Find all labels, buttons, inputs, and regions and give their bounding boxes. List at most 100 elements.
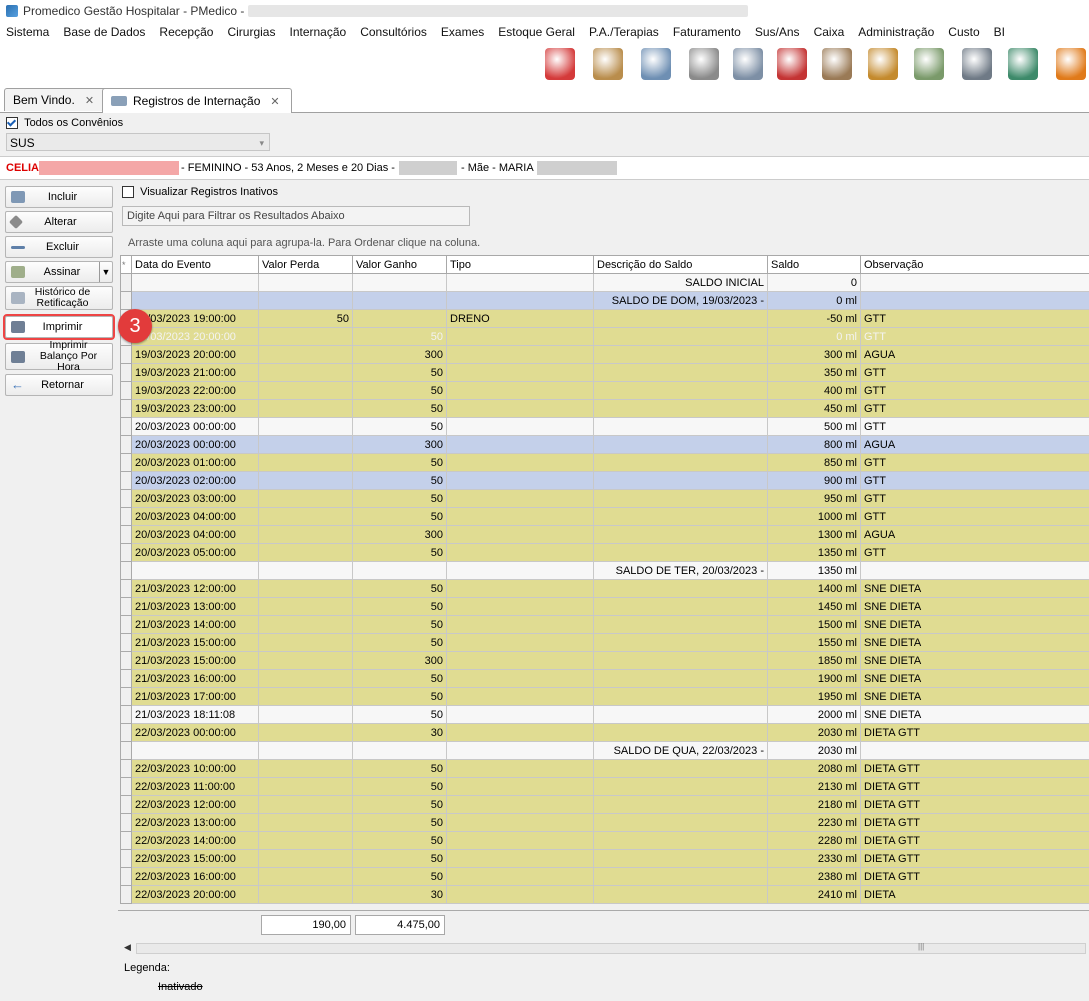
table-row[interactable]: 22/03/2023 13:00:00 50 2230 ml DIETA GTT xyxy=(120,813,1089,832)
table-row[interactable]: 21/03/2023 15:00:00 50 1550 ml SNE DIETA xyxy=(120,633,1089,652)
printer-icon xyxy=(11,321,25,333)
imprimir-button[interactable]: Imprimir xyxy=(3,314,115,340)
menu-item[interactable]: Base de Dados xyxy=(63,25,145,39)
historico-retificacao-button[interactable]: Histórico de Retificação xyxy=(5,286,113,310)
menu-item[interactable]: Sus/Ans xyxy=(755,25,800,39)
table-row[interactable]: 22/03/2023 11:00:00 50 2130 ml DIETA GTT xyxy=(120,777,1089,796)
column-header[interactable]: Tipo xyxy=(446,255,594,274)
row-indicator xyxy=(120,597,132,616)
close-icon[interactable]: ✕ xyxy=(270,95,279,108)
show-inactive-checkbox[interactable] xyxy=(122,186,134,199)
excluir-button[interactable]: Excluir xyxy=(5,236,113,258)
table-row[interactable]: 19/03/2023 20:00:00 50 0 ml GTT xyxy=(120,327,1089,346)
close-icon[interactable]: ✕ xyxy=(85,94,94,107)
table-row[interactable]: 20/03/2023 04:00:00 50 1000 ml GTT xyxy=(120,507,1089,526)
table-row[interactable]: 19/03/2023 21:00:00 50 350 ml GTT xyxy=(120,363,1089,382)
table-row[interactable]: SALDO DE DOM, 19/03/2023 -0 ml xyxy=(120,291,1089,310)
row-indicator xyxy=(120,651,132,670)
phone-icon[interactable] xyxy=(1056,48,1086,80)
patients-icon[interactable] xyxy=(593,48,623,80)
document-sign-icon[interactable] xyxy=(689,48,719,80)
menu-item[interactable]: Sistema xyxy=(6,25,49,39)
table-row[interactable]: SALDO INICIAL 0 xyxy=(120,273,1089,292)
menu-item[interactable]: P.A./Terapias xyxy=(589,25,659,39)
table-cell: 300 xyxy=(352,345,447,364)
table-row[interactable]: 22/03/2023 20:00:00 30 2410 ml DIETA xyxy=(120,885,1089,904)
menu-item[interactable]: Internação xyxy=(289,25,346,39)
pharmacy-truck-icon[interactable] xyxy=(733,48,763,80)
table-row[interactable]: SALDO DE QUA, 22/03/2023 -2030 ml xyxy=(120,741,1089,760)
assinar-button[interactable]: Assinar ▼ xyxy=(5,261,113,283)
retornar-button[interactable]: ← Retornar xyxy=(5,374,113,396)
table-row[interactable]: SALDO DE TER, 20/03/2023 -1350 ml xyxy=(120,561,1089,580)
menu-item[interactable]: Exames xyxy=(441,25,484,39)
safe-icon[interactable] xyxy=(962,48,992,80)
convenio-select[interactable]: SUS ▾ xyxy=(6,133,270,151)
menu-item[interactable]: BI xyxy=(994,25,1005,39)
menu-item[interactable]: Recepção xyxy=(159,25,213,39)
table-row[interactable]: 19/03/2023 22:00:00 50 400 ml GTT xyxy=(120,381,1089,400)
table-row[interactable]: 20/03/2023 05:00:00 50 1350 ml GTT xyxy=(120,543,1089,562)
logistics-icon[interactable] xyxy=(822,48,852,80)
tab-registros-internacao[interactable]: Registros de Internação ✕ xyxy=(102,88,292,113)
cash-register-icon[interactable] xyxy=(1008,48,1038,80)
table-row[interactable]: 19/03/2023 20:00:00 300 300 ml AGUA xyxy=(120,345,1089,364)
menu-item[interactable]: Cirurgias xyxy=(227,25,275,39)
table-row[interactable]: 20/03/2023 04:00:00 300 1300 ml AGUA xyxy=(120,525,1089,544)
column-header[interactable]: Saldo xyxy=(767,255,861,274)
table-row[interactable]: 21/03/2023 15:00:00 300 1850 ml SNE DIETA xyxy=(120,651,1089,670)
ambulance-icon[interactable] xyxy=(777,48,807,80)
table-cell xyxy=(258,723,353,742)
menu-item[interactable]: Consultórios xyxy=(360,25,427,39)
tab-bem-vindo[interactable]: Bem Vindo. ✕ xyxy=(4,88,114,111)
table-row[interactable]: 20/03/2023 00:00:00 50 500 ml GTT xyxy=(120,417,1089,436)
table-cell: 50 xyxy=(352,777,447,796)
menu-item[interactable]: Custo xyxy=(948,25,979,39)
todos-convenios-checkbox[interactable] xyxy=(6,117,18,130)
column-header[interactable]: Valor Perda xyxy=(258,255,353,274)
menu-item[interactable]: Caixa xyxy=(814,25,845,39)
users-refresh-icon[interactable] xyxy=(545,48,575,80)
stock-down-icon[interactable] xyxy=(914,48,944,80)
table-row[interactable]: 22/03/2023 14:00:00 50 2280 ml DIETA GTT xyxy=(120,831,1089,850)
scroll-track[interactable] xyxy=(136,943,1086,954)
table-row[interactable]: 21/03/2023 18:11:08 50 2000 ml SNE DIETA xyxy=(120,705,1089,724)
table-row[interactable]: 21/03/2023 14:00:00 50 1500 ml SNE DIETA xyxy=(120,615,1089,634)
menu-item[interactable]: Administração xyxy=(858,25,934,39)
column-header[interactable]: Descrição do Saldo xyxy=(593,255,768,274)
table-row[interactable]: 22/03/2023 00:00:00 30 2030 ml DIETA GTT xyxy=(120,723,1089,742)
incluir-button[interactable]: Incluir xyxy=(5,186,113,208)
table-cell: 2030 ml xyxy=(767,723,861,742)
table-row[interactable]: 20/03/2023 01:00:00 50 850 ml GTT xyxy=(120,453,1089,472)
row-indicator xyxy=(120,507,132,526)
table-row[interactable]: 22/03/2023 15:00:00 50 2330 ml DIETA GTT xyxy=(120,849,1089,868)
grid-filter-input[interactable]: Digite Aqui para Filtrar os Resultados A… xyxy=(122,206,470,226)
table-row[interactable]: 20/03/2023 03:00:00 50 950 ml GTT xyxy=(120,489,1089,508)
stock-up-icon[interactable] xyxy=(868,48,898,80)
table-row[interactable]: 20/03/2023 00:00:00 300 800 ml AGUA xyxy=(120,435,1089,454)
menu-item[interactable]: Estoque Geral xyxy=(498,25,575,39)
column-header[interactable]: Valor Ganho xyxy=(352,255,447,274)
scroll-left-icon[interactable]: ◀ xyxy=(124,942,131,953)
table-cell xyxy=(446,615,594,634)
horizontal-scrollbar[interactable]: ◀ ||| xyxy=(118,940,1089,956)
table-cell xyxy=(446,471,594,490)
chevron-down-icon[interactable]: ▼ xyxy=(99,262,112,282)
column-header[interactable]: Data do Evento xyxy=(131,255,259,274)
table-row[interactable]: 22/03/2023 16:00:00 50 2380 ml DIETA GTT xyxy=(120,867,1089,886)
doctor-icon[interactable] xyxy=(641,48,671,80)
table-row[interactable]: 22/03/2023 12:00:00 50 2180 ml DIETA GTT xyxy=(120,795,1089,814)
table-row[interactable]: 21/03/2023 12:00:00 50 1400 ml SNE DIETA xyxy=(120,579,1089,598)
alterar-button[interactable]: Alterar xyxy=(5,211,113,233)
scroll-grip-icon[interactable]: ||| xyxy=(918,942,924,951)
imprimir-balanco-button[interactable]: Imprimir Balanço Por Hora xyxy=(5,340,113,373)
table-row[interactable]: 19/03/2023 23:00:00 50 450 ml GTT xyxy=(120,399,1089,418)
table-row[interactable]: 21/03/2023 16:00:00 50 1900 ml SNE DIETA xyxy=(120,669,1089,688)
table-row[interactable]: 19/03/2023 19:00:00 50 DRENO -50 ml GTT xyxy=(120,309,1089,328)
table-row[interactable]: 21/03/2023 13:00:00 50 1450 ml SNE DIETA xyxy=(120,597,1089,616)
table-row[interactable]: 21/03/2023 17:00:00 50 1950 ml SNE DIETA xyxy=(120,687,1089,706)
table-row[interactable]: 20/03/2023 02:00:00 50 900 ml GTT xyxy=(120,471,1089,490)
table-row[interactable]: 22/03/2023 10:00:00 50 2080 ml DIETA GTT xyxy=(120,759,1089,778)
column-header[interactable]: Observação xyxy=(860,255,1089,274)
menu-item[interactable]: Faturamento xyxy=(673,25,741,39)
